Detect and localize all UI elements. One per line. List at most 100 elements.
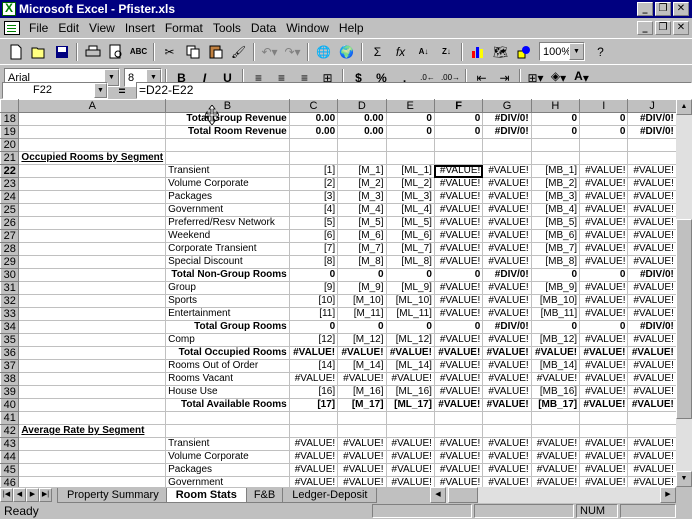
cell-e30[interactable]: 0 — [386, 268, 435, 282]
cell-i44[interactable]: #VALUE! — [579, 450, 629, 464]
cell-j43[interactable]: #VALUE! — [627, 437, 677, 451]
cell-a38[interactable] — [18, 372, 167, 386]
print-icon[interactable] — [81, 41, 104, 63]
cell-c34[interactable]: 0 — [289, 320, 339, 334]
cell-i31[interactable]: #VALUE! — [579, 281, 629, 295]
cell-j27[interactable]: #VALUE! — [627, 229, 677, 243]
column-header-d[interactable]: D — [337, 99, 387, 113]
cell-a18[interactable] — [18, 112, 167, 126]
cell-g44[interactable]: #VALUE! — [482, 450, 532, 464]
column-header-c[interactable]: C — [288, 99, 339, 113]
cell-g27[interactable]: #VALUE! — [482, 229, 532, 243]
cell-h40[interactable]: [MB_17] — [531, 398, 581, 412]
cell-j19[interactable]: #DIV/0! — [627, 125, 677, 139]
cell-b21[interactable] — [165, 151, 290, 165]
cell-h22[interactable]: [MB_1] — [531, 164, 581, 178]
insert-hyperlink-icon[interactable]: 🌐 — [312, 41, 335, 63]
row-header[interactable]: 30 — [0, 268, 20, 282]
cell-e36[interactable]: #VALUE! — [386, 346, 435, 360]
web-toolbar-icon[interactable]: 🌍 — [335, 41, 358, 63]
row-header[interactable]: 37 — [0, 359, 20, 373]
cell-c37[interactable]: [14] — [289, 359, 339, 373]
cell-h19[interactable]: 0 — [531, 125, 581, 139]
menu-view[interactable]: View — [84, 21, 120, 35]
row-header[interactable]: 31 — [0, 281, 20, 295]
cell-e28[interactable]: [ML_7] — [386, 242, 435, 256]
scroll-left-icon[interactable]: ◀ — [430, 487, 446, 503]
menu-format[interactable]: Format — [160, 21, 208, 35]
row-header[interactable]: 27 — [0, 229, 20, 243]
row-header[interactable]: 44 — [0, 450, 20, 464]
cell-b41[interactable] — [165, 411, 290, 425]
cell-i21[interactable] — [579, 151, 629, 165]
cell-b44[interactable]: Volume Corporate — [165, 450, 290, 464]
cell-e31[interactable]: [ML_9] — [386, 281, 435, 295]
cell-h29[interactable]: [MB_8] — [531, 255, 581, 269]
cell-j46[interactable]: #VALUE! — [627, 476, 677, 487]
drawing-icon[interactable] — [512, 41, 535, 63]
column-header-g[interactable]: G — [482, 99, 532, 113]
cell-c20[interactable] — [289, 138, 339, 152]
vertical-scrollbar[interactable]: ▲ ▼ — [676, 99, 692, 487]
cell-d24[interactable]: [M_3] — [337, 190, 387, 204]
cell-d30[interactable]: 0 — [337, 268, 387, 282]
cell-e22[interactable]: [ML_1] — [386, 164, 435, 178]
chart-wizard-icon[interactable] — [466, 41, 489, 63]
cell-f21[interactable] — [434, 151, 484, 165]
cell-b39[interactable]: House Use — [165, 385, 290, 399]
cell-f46[interactable]: #VALUE! — [434, 476, 484, 487]
cell-f38[interactable]: #VALUE! — [434, 372, 484, 386]
cell-a34[interactable] — [18, 320, 167, 334]
cell-e23[interactable]: [ML_2] — [386, 177, 435, 191]
cell-e26[interactable]: [ML_5] — [386, 216, 435, 230]
last-sheet-icon[interactable]: ▶| — [39, 488, 52, 502]
cell-f29[interactable]: #VALUE! — [434, 255, 484, 269]
cell-b32[interactable]: Sports — [165, 294, 290, 308]
cell-b30[interactable]: Total Non-Group Rooms — [165, 268, 290, 282]
cell-d45[interactable]: #VALUE! — [337, 463, 387, 477]
cell-h33[interactable]: [MB_11] — [531, 307, 581, 321]
cell-h30[interactable]: 0 — [531, 268, 581, 282]
cell-c35[interactable]: [12] — [289, 333, 339, 347]
cell-e35[interactable]: [ML_12] — [386, 333, 435, 347]
row-header[interactable]: 38 — [0, 372, 20, 386]
cell-g20[interactable] — [482, 138, 532, 152]
cell-b27[interactable]: Weekend — [165, 229, 290, 243]
cell-e45[interactable]: #VALUE! — [386, 463, 435, 477]
cell-j25[interactable]: #VALUE! — [627, 203, 677, 217]
cell-i18[interactable]: 0 — [579, 112, 629, 126]
cell-h38[interactable]: #VALUE! — [531, 372, 581, 386]
cell-e34[interactable]: 0 — [386, 320, 435, 334]
row-header[interactable]: 18 — [0, 112, 20, 126]
cell-j26[interactable]: #VALUE! — [627, 216, 677, 230]
cell-j45[interactable]: #VALUE! — [627, 463, 677, 477]
cell-c46[interactable]: #VALUE! — [289, 476, 339, 487]
cell-c39[interactable]: [16] — [289, 385, 339, 399]
cell-f45[interactable]: #VALUE! — [434, 463, 484, 477]
cell-f28[interactable]: #VALUE! — [434, 242, 484, 256]
cell-g45[interactable]: #VALUE! — [482, 463, 532, 477]
worksheet-grid[interactable]: ABCDEFGHIJK 18Total Group Revenue0.000.0… — [0, 99, 692, 487]
cell-a35[interactable] — [18, 333, 167, 347]
cell-i26[interactable]: #VALUE! — [579, 216, 629, 230]
cell-f20[interactable] — [434, 138, 484, 152]
cell-d42[interactable] — [337, 424, 387, 438]
cell-a36[interactable] — [18, 346, 167, 360]
copy-icon[interactable] — [181, 41, 204, 63]
cell-c22[interactable]: [1] — [289, 164, 339, 178]
cell-b25[interactable]: Government — [165, 203, 290, 217]
close-button[interactable]: ✕ — [673, 2, 689, 16]
cell-g41[interactable] — [482, 411, 532, 425]
cell-c18[interactable]: 0.00 — [289, 112, 339, 126]
cell-e41[interactable] — [386, 411, 435, 425]
cell-b31[interactable]: Group — [165, 281, 290, 295]
row-header[interactable]: 22 — [0, 164, 20, 178]
cell-g30[interactable]: #DIV/0! — [482, 268, 532, 282]
cell-a31[interactable] — [18, 281, 167, 295]
cell-c28[interactable]: [7] — [289, 242, 339, 256]
cell-g43[interactable]: #VALUE! — [482, 437, 532, 451]
chevron-down-icon[interactable]: ▼ — [94, 83, 107, 98]
cell-e33[interactable]: [ML_11] — [386, 307, 435, 321]
cell-h20[interactable] — [531, 138, 581, 152]
cell-c40[interactable]: [17] — [289, 398, 339, 412]
